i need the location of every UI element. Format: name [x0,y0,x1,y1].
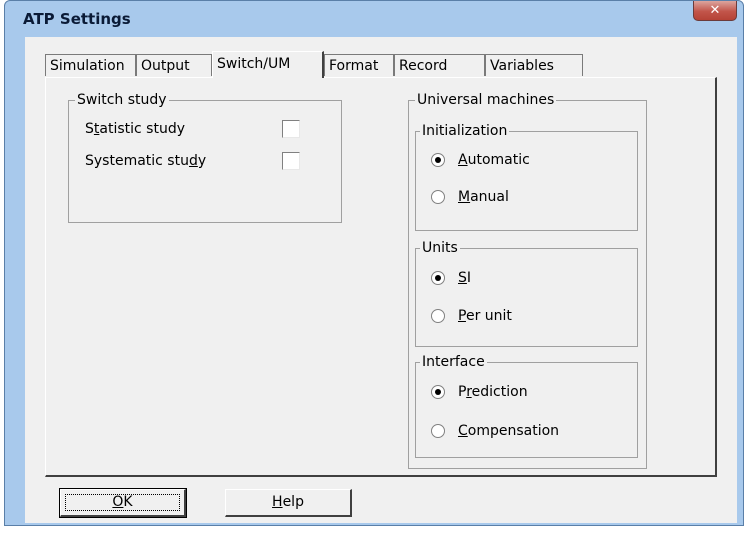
tab-format[interactable]: Format [324,54,394,76]
manual-radio[interactable] [431,190,445,204]
per-unit-radio[interactable] [431,309,445,323]
compensation-label[interactable]: Compensation [458,422,559,440]
universal-machines-title: Universal machines [415,92,557,108]
interface-title: Interface [420,354,487,370]
systematic-study-checkbox[interactable] [282,152,300,170]
ok-button-label: OK [112,494,133,510]
atp-settings-window: ATP Settings ✕ Simulation Output Switch/… [4,0,744,526]
statistic-study-label: Statistic study [85,121,185,137]
si-label[interactable]: SI [458,269,471,287]
units-title: Units [420,240,460,256]
universal-machines-group: Universal machines Initialization Automa… [408,92,647,469]
automatic-label[interactable]: Automatic [458,151,530,169]
ok-button[interactable]: OK [59,488,187,518]
systematic-study-label: Systematic study [85,153,207,169]
interface-group: Interface Prediction Compensation [415,354,638,458]
tab-switch-um[interactable]: Switch/UM [212,51,324,78]
switch-study-title: Switch study [75,92,169,108]
help-button[interactable]: Help [225,489,352,517]
prediction-radio[interactable] [431,385,445,399]
manual-label[interactable]: Manual [458,188,509,206]
tab-record[interactable]: Record [394,54,485,76]
initialization-title: Initialization [420,123,510,139]
window-title: ATP Settings [23,10,131,28]
units-group: Units SI Per unit [415,240,638,347]
help-button-label: Help [272,494,304,510]
tab-variables[interactable]: Variables [485,54,583,76]
compensation-radio[interactable] [431,424,445,438]
si-radio[interactable] [431,271,445,285]
dialog-client-area: Simulation Output Switch/UM Format Recor… [25,37,737,523]
tab-page-switch-um: Switch study Statistic study Systematic … [45,77,717,477]
initialization-group: Initialization Automatic Manual [415,123,638,231]
statistic-study-checkbox[interactable] [282,120,300,138]
close-button[interactable]: ✕ [693,1,737,21]
per-unit-label[interactable]: Per unit [458,307,512,325]
title-bar[interactable]: ATP Settings ✕ [5,1,743,37]
switch-study-group: Switch study Statistic study Systematic … [68,92,342,223]
tab-output[interactable]: Output [136,54,212,76]
tab-simulation[interactable]: Simulation [45,54,136,76]
automatic-radio[interactable] [431,153,445,167]
close-icon: ✕ [709,3,721,18]
prediction-label[interactable]: Prediction [458,383,528,401]
